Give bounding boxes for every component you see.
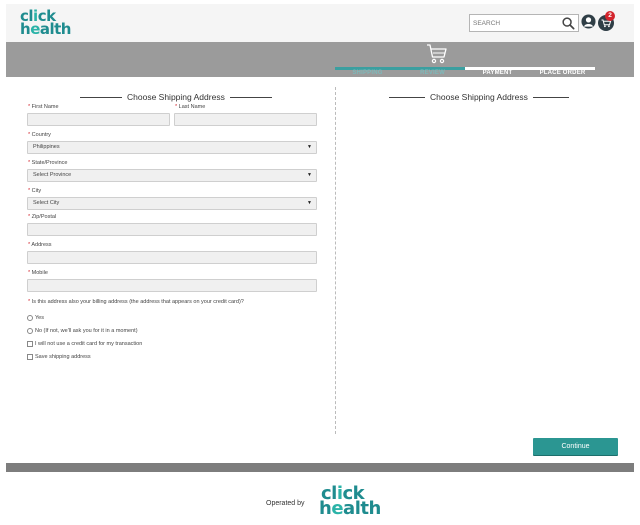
clickhealth-footer-logo: click health (319, 483, 381, 519)
billing-question: * Is this address also your billing addr… (28, 299, 244, 305)
no-credit-card-option[interactable]: I will not use a credit card for my tran… (27, 341, 142, 347)
state-select[interactable]: Select Province ▼ (27, 169, 317, 182)
step-shipping: SHIPPING (352, 70, 383, 76)
operated-by-label: Operated by (266, 500, 305, 507)
footer-bar (6, 463, 634, 472)
save-address-checkbox[interactable] (27, 354, 33, 360)
mobile-label: * Mobile (28, 270, 48, 276)
step-review: REVIEW (420, 70, 445, 76)
checkout-progress: SHIPPING REVIEW PAYMENT PLACE ORDER (6, 42, 634, 77)
country-label: * Country (28, 132, 51, 138)
first-name-label: * First Name (28, 104, 59, 110)
billing-yes-option[interactable]: Yes (27, 315, 44, 321)
search-icon[interactable] (561, 16, 576, 31)
left-section-title: Choose Shipping Address (80, 92, 272, 102)
search-box (469, 14, 579, 32)
continue-button[interactable]: Continue (533, 438, 618, 455)
city-label: * City (28, 188, 42, 194)
clickhealth-logo[interactable]: click health (20, 9, 72, 39)
billing-no-option[interactable]: No (If not, we'll ask you for it in a mo… (27, 328, 138, 334)
first-name-field[interactable] (27, 113, 170, 126)
country-select[interactable]: Philippines ▼ (27, 141, 317, 154)
address-label: * Address (28, 242, 52, 248)
shopping-cart-icon (427, 44, 447, 64)
chevron-down-icon: ▼ (307, 144, 312, 150)
no-credit-card-checkbox[interactable] (27, 341, 33, 347)
zip-label: * Zip/Postal (28, 214, 57, 220)
cart-count-badge: 2 (605, 11, 615, 21)
no-radio[interactable] (27, 328, 33, 334)
city-select[interactable]: Select City ▼ (27, 197, 317, 210)
chevron-down-icon: ▼ (307, 172, 312, 178)
save-address-option[interactable]: Save shipping address (27, 354, 91, 360)
user-icon[interactable] (581, 14, 596, 29)
chevron-down-icon: ▼ (307, 200, 312, 206)
last-name-field[interactable] (174, 113, 317, 126)
top-header: click health 2 (6, 4, 634, 42)
step-place-order: PLACE ORDER (539, 70, 586, 76)
mobile-field[interactable] (27, 279, 317, 292)
zip-field[interactable] (27, 223, 317, 236)
address-field[interactable] (27, 251, 317, 264)
yes-radio[interactable] (27, 315, 33, 321)
column-divider (335, 87, 336, 434)
last-name-label: * Last Name (175, 104, 206, 110)
right-section-title: Choose Shipping Address (389, 92, 569, 102)
search-input[interactable] (473, 17, 553, 30)
state-label: * State/Province (28, 160, 68, 166)
step-payment: PAYMENT (482, 70, 513, 76)
